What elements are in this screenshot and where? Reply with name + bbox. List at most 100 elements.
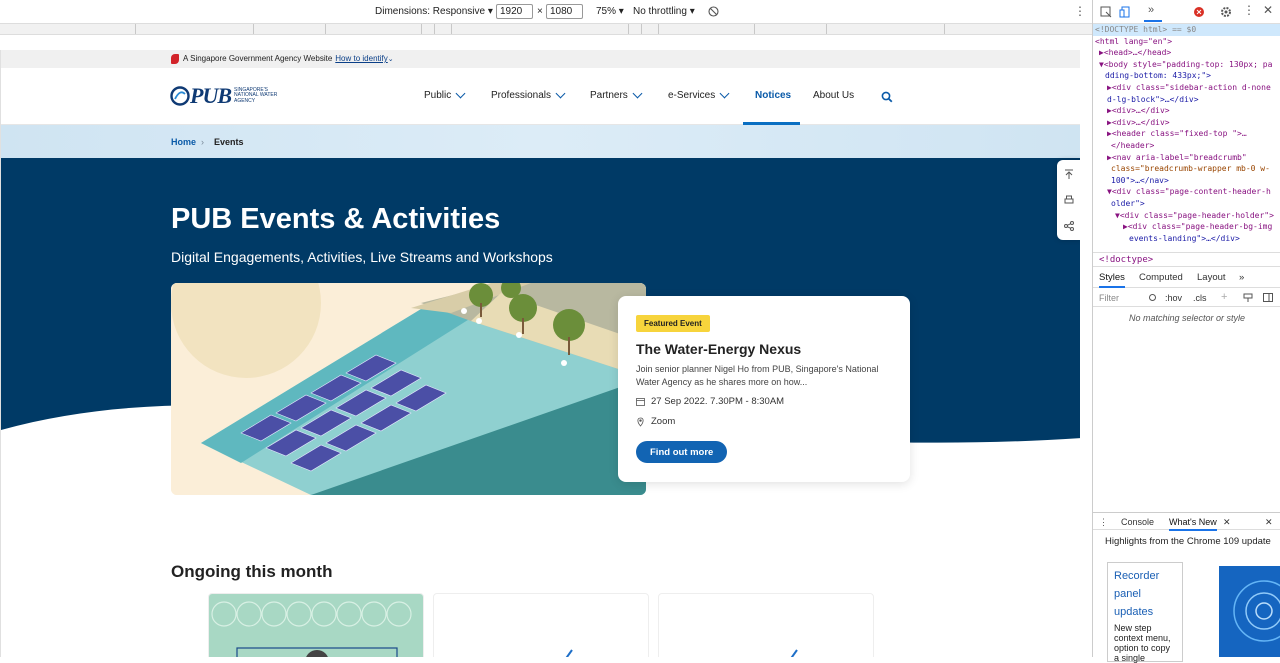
drawer-menu-icon[interactable]: ⋮ (1099, 517, 1108, 528)
tab-styles[interactable]: Styles (1099, 272, 1125, 288)
rotate-icon[interactable] (708, 6, 719, 17)
class-toggle[interactable]: .cls (1193, 293, 1207, 303)
whats-new-card: Recorder panel updates New step context … (1107, 562, 1183, 663)
close-drawer-icon[interactable]: ✕ (1265, 517, 1273, 528)
logo-subtitle: SINGAPORE'S NATIONAL WATER AGENCY (234, 86, 278, 104)
calendar-icon (636, 398, 645, 406)
hover-toggle[interactable]: :hov (1165, 293, 1182, 303)
event-card[interactable] (658, 593, 874, 657)
dom-line[interactable]: ▶<header class="fixed-top ">… (1093, 128, 1280, 140)
dom-line[interactable]: ▼<body style="padding-top: 130px; pa (1093, 59, 1280, 71)
inspect-element-icon[interactable] (1100, 6, 1112, 18)
chevron-down-icon (555, 88, 566, 99)
dom-line[interactable]: <html lang="en"> (1093, 36, 1280, 48)
dom-line[interactable]: older"> (1093, 198, 1280, 210)
dom-breadcrumb[interactable]: <!doctype> (1093, 252, 1280, 267)
dom-line[interactable]: dding-bottom: 433px;"> (1093, 70, 1280, 82)
gov-banner-text: A Singapore Government Agency Website (183, 54, 333, 63)
dom-line[interactable]: ▶<nav aria-label="breadcrumb" (1093, 152, 1280, 164)
event-title[interactable]: The Water-Energy Nexus (636, 341, 801, 357)
event-venue: Zoom (651, 416, 676, 427)
zoom-dropdown[interactable]: 75% ▾ (596, 6, 624, 17)
back-to-top-icon[interactable] (1063, 168, 1075, 180)
tab-layout[interactable]: Layout (1197, 272, 1226, 283)
breadcrumb-home-link[interactable]: Home (171, 137, 196, 147)
nav-notices[interactable]: Notices (755, 90, 791, 101)
recorder-link[interactable]: Recorder panel updates (1114, 567, 1176, 621)
tab-console[interactable]: Console (1121, 517, 1154, 527)
height-input[interactable]: 1080 (546, 4, 583, 19)
main-header: PUB SINGAPORE'S NATIONAL WATER AGENCY Pu… (1, 68, 1080, 125)
breadcrumb-separator: › (201, 137, 204, 147)
device-toggle-icon[interactable] (1119, 6, 1131, 18)
print-icon[interactable] (1063, 194, 1075, 206)
settings-gear-icon[interactable] (1220, 6, 1232, 18)
chevron-down-icon (632, 88, 643, 99)
dom-line[interactable]: ▶<div>…</div> (1093, 105, 1280, 117)
devtools-menu-icon[interactable]: ⋮ (1243, 3, 1255, 17)
how-to-identify-link[interactable]: How to identify (335, 54, 387, 63)
throttling-dropdown[interactable]: No throttling ▾ (633, 6, 695, 17)
nav-public[interactable]: Public (424, 88, 466, 101)
event-card[interactable] (208, 593, 424, 657)
new-rule-icon[interactable]: + (1221, 291, 1227, 303)
search-icon[interactable] (881, 91, 893, 103)
device-toolbar: Dimensions: Responsive ▾ 1920 × 1080 75%… (0, 0, 1092, 24)
featured-event-card: Featured Event The Water-Energy Nexus Jo… (618, 296, 910, 482)
dom-line[interactable]: </header> (1093, 140, 1280, 152)
nav-e-services[interactable]: e-Services (668, 88, 730, 101)
devtools-toolbar: » ⋮ ✕ (1093, 0, 1280, 24)
event-card[interactable] (433, 593, 649, 657)
viewport-gap (0, 35, 1092, 50)
share-icon[interactable] (1063, 220, 1075, 232)
element-state-icon[interactable] (1148, 293, 1157, 302)
close-devtools-icon[interactable]: ✕ (1263, 3, 1273, 17)
close-tab-icon[interactable]: ✕ (1223, 517, 1231, 528)
dom-line[interactable]: d-lg-block">…</div> (1093, 94, 1280, 106)
tab-more[interactable]: » (1239, 272, 1244, 283)
dom-line[interactable]: ▶<head>…</head> (1093, 47, 1280, 59)
error-badge-icon[interactable] (1193, 6, 1205, 18)
event-date: 27 Sep 2022. 7.30PM - 8:30AM (651, 396, 785, 407)
dom-line[interactable]: ▼<div class="page-header-holder"> (1093, 210, 1280, 222)
dom-tree[interactable]: <!DOCTYPE html> == $0 <html lang="en"> ▶… (1093, 24, 1280, 251)
nav-professionals[interactable]: Professionals (491, 88, 566, 101)
lion-head-icon (171, 54, 179, 64)
nav-label: Notices (755, 90, 792, 101)
paint-icon[interactable] (1243, 293, 1253, 302)
media-query-ruler (0, 24, 1092, 35)
pub-logo[interactable]: PUB SINGAPORE'S NATIONAL WATER AGENCY (170, 83, 282, 108)
find-out-more-button[interactable]: Find out more (636, 441, 728, 463)
times-sign: × (537, 6, 543, 17)
nav-label: About Us (813, 90, 855, 101)
filter-input[interactable]: Filter (1099, 293, 1119, 303)
chevron-down-icon (719, 88, 730, 99)
dom-line[interactable]: ▶<div class="page-header-bg-img (1093, 221, 1280, 233)
nav-about-us[interactable]: About Us (813, 90, 854, 101)
dom-line[interactable]: <!DOCTYPE html> == $0 (1093, 24, 1280, 36)
event-date-row: 27 Sep 2022. 7.30PM - 8:30AM (636, 396, 784, 407)
event-card-image (209, 594, 423, 657)
no-matching-styles: No matching selector or style (1128, 313, 1246, 323)
dom-line[interactable]: 100">…</nav> (1093, 175, 1280, 187)
dom-line[interactable]: ▶<div>…</div> (1093, 117, 1280, 129)
width-input[interactable]: 1920 (496, 4, 533, 19)
dom-line[interactable]: ▼<div class="page-content-header-h (1093, 186, 1280, 198)
sidebar-toggle-icon[interactable] (1263, 293, 1273, 302)
location-pin-icon (637, 417, 644, 427)
dom-line[interactable]: events-landing">…</div> (1093, 233, 1280, 245)
tab-whats-new[interactable]: What's New (1169, 517, 1217, 531)
featured-event-image[interactable] (171, 283, 646, 495)
nav-label: Partners (590, 90, 628, 101)
solar-farm-illustration (171, 283, 646, 495)
dom-line[interactable]: class="breadcrumb-wrapper mb-0 w- (1093, 163, 1280, 175)
tab-computed[interactable]: Computed (1139, 272, 1183, 283)
dom-line[interactable]: ▶<div class="sidebar-action d-none (1093, 82, 1280, 94)
more-tabs-icon[interactable]: » (1148, 4, 1154, 16)
more-options-icon[interactable]: ⋮ (1074, 4, 1086, 18)
zoom-value: 75% (596, 6, 617, 17)
event-description: Join senior planner Nigel Ho from PUB, S… (636, 364, 879, 387)
nav-partners[interactable]: Partners (590, 88, 643, 101)
pub-logo-mark-icon (170, 86, 190, 106)
dimensions-dropdown[interactable]: Dimensions: Responsive ▾ (375, 6, 493, 17)
